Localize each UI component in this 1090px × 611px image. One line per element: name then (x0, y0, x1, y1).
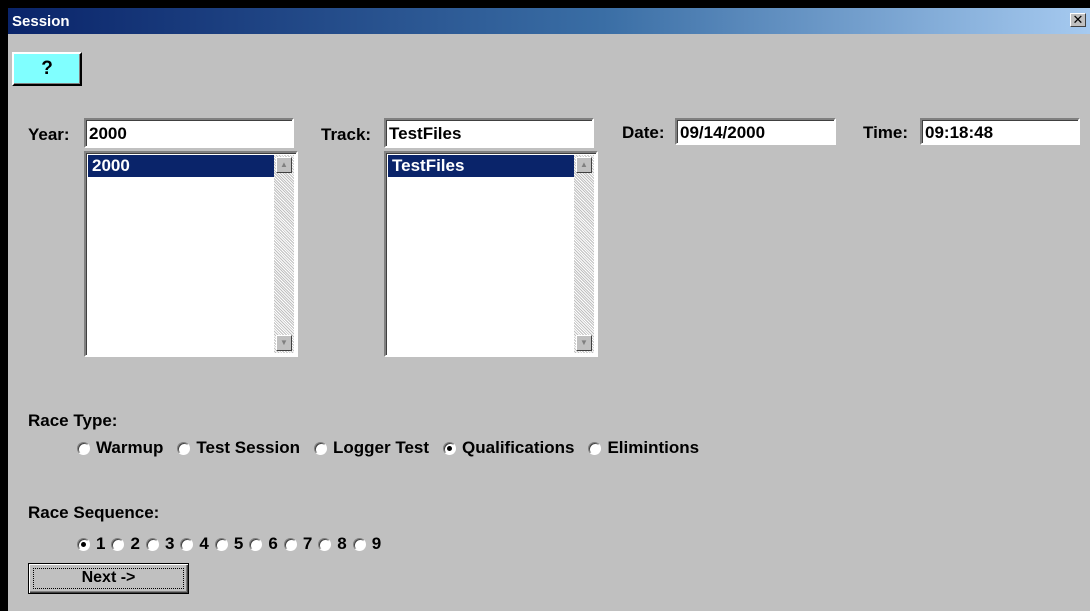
help-button[interactable]: ? (12, 52, 82, 86)
scroll-up-icon[interactable]: ▲ (276, 157, 292, 173)
race-sequence-option-5[interactable]: 5 (214, 534, 243, 554)
race-type-option-qualifications[interactable]: Qualifications (443, 438, 574, 458)
race-sequence-option-7[interactable]: 7 (283, 534, 312, 554)
next-button-label: Next -> (81, 569, 136, 586)
year-list-scrollbar[interactable]: ▲ ▼ (274, 155, 294, 353)
track-list[interactable]: TestFiles ▲ ▼ (384, 151, 598, 357)
race-sequence-option-9[interactable]: 9 (352, 534, 381, 554)
time-field[interactable]: 09:18:48 (920, 118, 1080, 145)
radio-checked-icon[interactable] (77, 537, 90, 551)
radio-icon[interactable] (318, 537, 332, 551)
year-list-item[interactable]: 2000 (88, 155, 274, 177)
date-label: Date: (622, 123, 665, 142)
radio-icon[interactable] (111, 537, 125, 551)
race-type-option-logger-test[interactable]: Logger Test (314, 438, 429, 458)
radio-icon[interactable] (177, 441, 191, 455)
window-title: Session (12, 13, 70, 30)
race-sequence-option-1[interactable]: 1 (77, 534, 105, 554)
radio-icon[interactable] (314, 441, 327, 455)
race-type-label: Race Type: (28, 411, 118, 430)
track-list-item[interactable]: TestFiles (388, 155, 574, 177)
race-sequence-group: 1 2 3 4 5 6 7 8 9 (77, 534, 387, 554)
session-dialog: Session ✕ ? Year: 2000 2000 ▲ ▼ Track: T… (8, 8, 1090, 611)
race-sequence-option-3[interactable]: 3 (145, 534, 174, 554)
race-sequence-option-4[interactable]: 4 (180, 534, 209, 554)
radio-icon[interactable] (249, 537, 263, 551)
question-mark-icon: ? (41, 58, 53, 79)
race-type-option-elimintions[interactable]: Elimintions (588, 438, 699, 458)
race-sequence-option-6[interactable]: 6 (249, 534, 278, 554)
close-icon: ✕ (1072, 12, 1084, 27)
track-list-scrollbar[interactable]: ▲ ▼ (574, 155, 594, 353)
race-type-option-test-session[interactable]: Test Session (177, 438, 300, 458)
race-sequence-label: Race Sequence: (28, 503, 160, 522)
race-type-group: Warmup Test Session Logger Test Qualific… (77, 438, 713, 458)
close-button[interactable]: ✕ (1070, 13, 1086, 27)
radio-checked-icon[interactable] (443, 441, 457, 455)
track-field[interactable]: TestFiles (384, 118, 594, 148)
scroll-up-icon[interactable]: ▲ (576, 157, 592, 173)
race-sequence-option-8[interactable]: 8 (318, 534, 347, 554)
scroll-down-icon[interactable]: ▼ (276, 335, 292, 351)
race-sequence-option-2[interactable]: 2 (111, 534, 140, 554)
radio-icon[interactable] (214, 537, 228, 551)
radio-icon[interactable] (588, 441, 602, 455)
title-bar[interactable]: Session ✕ (8, 8, 1090, 34)
radio-icon[interactable] (180, 537, 194, 551)
radio-icon[interactable] (352, 537, 366, 551)
radio-icon[interactable] (145, 537, 159, 551)
scroll-down-icon[interactable]: ▼ (576, 335, 592, 351)
radio-icon[interactable] (283, 537, 297, 551)
year-label: Year: (28, 125, 70, 144)
time-label: Time: (863, 123, 909, 142)
next-button[interactable]: Next -> (28, 563, 189, 594)
date-field[interactable]: 09/14/2000 (675, 118, 836, 145)
radio-icon[interactable] (77, 441, 90, 455)
year-field[interactable]: 2000 (84, 118, 294, 148)
race-type-option-warmup[interactable]: Warmup (77, 438, 163, 458)
year-list[interactable]: 2000 ▲ ▼ (84, 151, 298, 357)
track-label: Track: (321, 125, 372, 144)
